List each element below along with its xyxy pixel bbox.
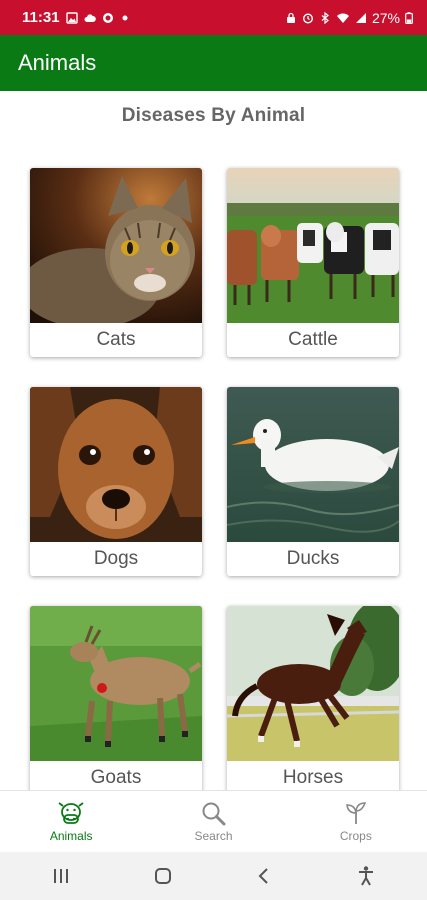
back-icon bbox=[258, 868, 269, 884]
card-cattle[interactable]: Cattle bbox=[227, 168, 399, 357]
wifi-icon bbox=[336, 13, 349, 23]
section-title: Diseases By Animal bbox=[121, 105, 306, 126]
alarm-icon bbox=[302, 12, 313, 24]
card-dogs[interactable]: Dogs bbox=[30, 387, 202, 576]
nav-item-animals[interactable]: Animals bbox=[0, 791, 142, 852]
status-bar: 11:31 27% bbox=[0, 0, 427, 35]
app-bar: Animals bbox=[0, 35, 427, 91]
accessibility-button[interactable] bbox=[346, 856, 386, 896]
sprout-icon bbox=[345, 802, 366, 824]
status-right: 27% bbox=[285, 10, 413, 26]
horse-photo bbox=[227, 606, 399, 761]
accessibility-icon bbox=[359, 866, 374, 886]
nav-label: Animals bbox=[49, 829, 93, 843]
search-icon bbox=[202, 802, 226, 826]
card-label: Ducks bbox=[286, 548, 340, 569]
home-button[interactable] bbox=[143, 856, 183, 896]
dot-icon bbox=[122, 15, 128, 20]
whatsapp-icon bbox=[102, 12, 113, 23]
home-icon bbox=[154, 868, 171, 884]
bottom-navigation: Animals Search Crops bbox=[0, 790, 427, 852]
duck-photo bbox=[227, 387, 399, 542]
card-goats[interactable]: Goats bbox=[30, 606, 202, 790]
card-label: Cattle bbox=[288, 329, 338, 350]
battery-percent: 27% bbox=[371, 9, 400, 26]
back-button[interactable] bbox=[244, 856, 284, 896]
card-label: Cats bbox=[96, 329, 136, 350]
status-left: 11:31 bbox=[22, 9, 128, 26]
nav-label: Search bbox=[194, 829, 233, 843]
card-label: Dogs bbox=[93, 548, 139, 569]
status-time: 11:31 bbox=[22, 9, 60, 26]
dog-photo bbox=[30, 387, 202, 542]
card-horses[interactable]: Horses bbox=[227, 606, 399, 790]
nav-label: Crops bbox=[339, 829, 372, 843]
card-cats[interactable]: Cats bbox=[30, 168, 202, 357]
card-label: Goats bbox=[90, 767, 142, 788]
recents-button[interactable] bbox=[41, 856, 81, 896]
nav-item-search[interactable]: Search bbox=[142, 791, 284, 852]
bluetooth-icon bbox=[321, 11, 329, 24]
system-navigation-bar bbox=[0, 852, 427, 900]
nav-item-crops[interactable]: Crops bbox=[285, 791, 427, 852]
cow-icon bbox=[58, 802, 84, 824]
app-bar-title: Animals bbox=[18, 50, 97, 75]
signal-icon bbox=[355, 12, 366, 23]
battery-icon bbox=[405, 11, 413, 24]
recents-icon bbox=[53, 869, 68, 883]
goat-photo bbox=[30, 606, 202, 761]
image-notification-icon bbox=[65, 11, 78, 24]
lock-icon bbox=[286, 12, 295, 23]
cattle-photo bbox=[227, 168, 399, 323]
animal-grid-page[interactable]: Diseases By Animal Cats Cattle Dogs Duck… bbox=[0, 91, 427, 790]
card-label: Horses bbox=[282, 767, 344, 788]
card-ducks[interactable]: Ducks bbox=[227, 387, 399, 576]
cloud-icon bbox=[84, 13, 96, 22]
cat-photo bbox=[30, 168, 202, 323]
